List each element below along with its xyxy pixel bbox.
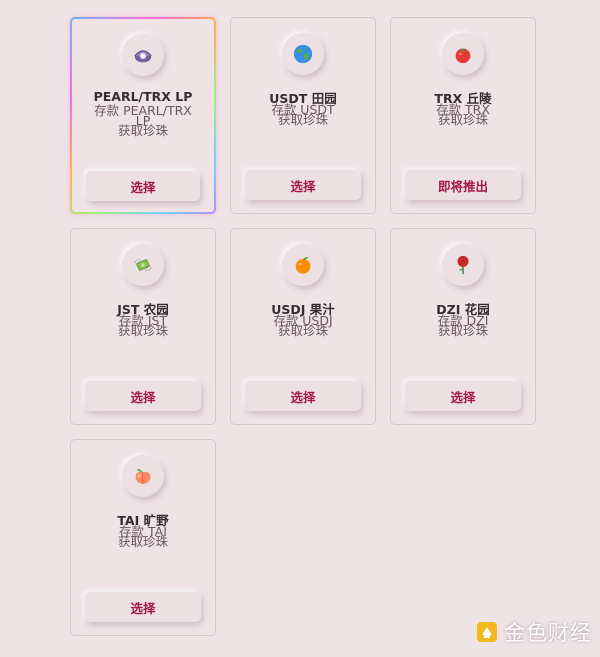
select-button[interactable]: 选择 <box>86 171 200 201</box>
orange-icon <box>282 244 324 286</box>
farm-description: 存款 USDJ 获取珍珠 <box>273 313 333 338</box>
farm-description: 存款 TRX 获取珍珠 <box>436 102 490 127</box>
watermark: 金色财经 <box>475 617 592 647</box>
farm-card-pearl-trx-lp[interactable]: PEARL/TRX LP 存款 PEARL/TRX LP 获取珍珠 选择 <box>70 17 216 214</box>
farm-description: 存款 DZI 获取珍珠 <box>437 313 489 338</box>
select-button[interactable]: 选择 <box>85 592 201 622</box>
globe-icon <box>282 33 324 75</box>
farm-card-tai[interactable]: TAI 旷野 存款 TAI 获取珍珠 选择 <box>70 439 216 636</box>
select-button[interactable]: 选择 <box>405 381 521 411</box>
farm-card-trx[interactable]: TRX 丘陵 存款 TRX 获取珍珠 即将推出 <box>390 17 536 214</box>
farm-card-usdt[interactable]: USDT 田园 存款 USDT 获取珍珠 选择 <box>230 17 376 214</box>
farm-description: 存款 JST 获取珍珠 <box>117 313 168 338</box>
peach-icon <box>122 455 164 497</box>
farm-description: 存款 USDT 获取珍珠 <box>271 102 335 127</box>
money-wings-icon <box>122 244 164 286</box>
farm-card-usdj[interactable]: USDJ 果汁 存款 USDJ 获取珍珠 选择 <box>230 228 376 425</box>
jinse-logo-icon <box>477 622 497 642</box>
coming-soon-button[interactable]: 即将推出 <box>405 170 521 200</box>
select-button[interactable]: 选择 <box>245 170 361 200</box>
farm-card-dzi[interactable]: DZI 花园 存款 DZI 获取珍珠 选择 <box>390 228 536 425</box>
watermark-text: 金色财经 <box>504 621 592 645</box>
farm-description: 存款 TAI 获取珍珠 <box>117 524 168 549</box>
select-button[interactable]: 选择 <box>245 381 361 411</box>
rose-icon <box>442 244 484 286</box>
farm-title: PEARL/TRX LP <box>93 89 193 104</box>
pearl-oyster-icon <box>122 34 164 76</box>
select-button[interactable]: 选择 <box>85 381 201 411</box>
farm-description: 存款 PEARL/TRX LP 获取珍珠 <box>94 103 192 138</box>
farm-card-jst[interactable]: JST 农园 存款 JST 获取珍珠 选择 <box>70 228 216 425</box>
tomato-icon <box>442 33 484 75</box>
farm-grid: PEARL/TRX LP 存款 PEARL/TRX LP 获取珍珠 选择 USD… <box>70 17 536 636</box>
